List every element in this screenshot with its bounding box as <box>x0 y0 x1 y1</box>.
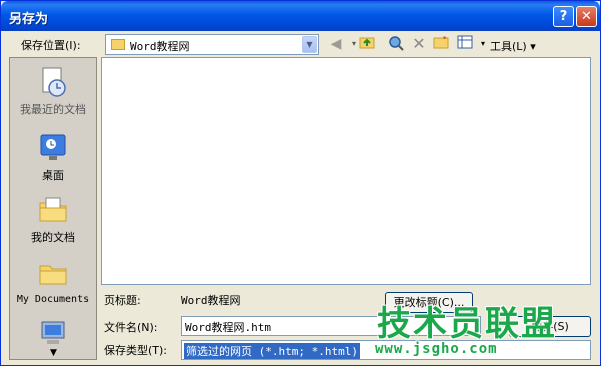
place-label: My Documents <box>16 294 90 305</box>
search-web-icon[interactable] <box>387 35 405 53</box>
svg-text:*: * <box>443 35 447 43</box>
place-label: 我的文档 <box>31 231 75 244</box>
tools-menu[interactable]: 工具(L) ▾ <box>490 38 536 54</box>
save-in-value: Word教程网 <box>130 40 190 53</box>
folder-icon <box>37 257 69 289</box>
new-folder-icon[interactable]: * <box>432 35 450 53</box>
save-as-dialog: 另存为 ? ✕ 保存位置(I): Word教程网 ▼ ◀ ▾ ✕ * ▾ 工具(… <box>0 0 601 366</box>
filename-value: Word教程网.htm <box>185 321 271 334</box>
chevron-down-icon[interactable]: ▼ <box>302 36 317 53</box>
help-button[interactable]: ? <box>553 6 574 27</box>
filetype-label: 保存类型(T): <box>104 344 168 357</box>
page-title-value: Word教程网 <box>181 294 241 307</box>
up-folder-icon[interactable] <box>358 35 376 53</box>
dialog-title: 另存为 <box>9 12 49 27</box>
filename-label: 文件名(N): <box>104 321 158 334</box>
watermark-logo-text: 技术员联盟 <box>377 304 557 344</box>
place-desktop[interactable]: 桌面 <box>10 132 96 183</box>
place-label: 我最近的文档 <box>20 103 86 116</box>
recent-documents-icon <box>37 66 69 98</box>
place-label: 桌面 <box>42 169 64 182</box>
tools-dropdown-icon: ▾ <box>530 40 536 53</box>
back-icon[interactable]: ◀ <box>327 35 345 53</box>
save-in-label: 保存位置(I): <box>21 39 81 52</box>
place-my-computer[interactable] <box>10 320 96 349</box>
folder-icon <box>111 39 125 50</box>
page-title-label: 页标题: <box>104 294 141 307</box>
place-my-documents-en[interactable]: My Documents <box>10 257 96 305</box>
title-bar: 另存为 ? ✕ <box>1 1 600 31</box>
my-computer-icon <box>37 320 69 346</box>
filetype-value: 筛选过的网页 (*.htm; *.html) <box>184 343 360 359</box>
file-list[interactable] <box>101 57 591 285</box>
places-bar: 我最近的文档 桌面 我的文档 My Documents ▼ <box>9 57 97 360</box>
place-recent-documents[interactable]: 我最近的文档 <box>10 66 96 117</box>
scroll-down-icon[interactable]: ▼ <box>50 348 57 358</box>
close-button[interactable]: ✕ <box>576 6 597 27</box>
save-in-combobox[interactable]: Word教程网 ▼ <box>105 34 319 55</box>
desktop-icon <box>37 132 69 164</box>
my-documents-folder-icon <box>37 194 69 226</box>
delete-icon[interactable]: ✕ <box>410 35 428 53</box>
place-my-documents[interactable]: 我的文档 <box>10 194 96 245</box>
views-icon[interactable] <box>456 35 474 53</box>
watermark-url: www.jsgho.com <box>375 341 498 357</box>
